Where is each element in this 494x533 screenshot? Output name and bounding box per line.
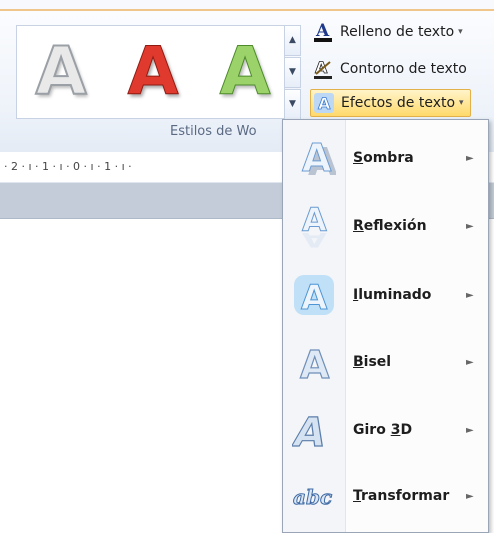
svg-text:A: A [301,278,328,318]
text-outline-icon: A [310,57,336,81]
menu-item-label: Bisel [353,354,392,370]
wordart-styles-group-label: Estilos de Wo [170,124,257,139]
svg-text:A: A [302,228,327,250]
gallery-scroll-up-button[interactable]: ▲ [284,25,301,56]
title-bar-edge [0,0,494,11]
menu-item-bevel[interactable]: A Bisel ► [283,332,488,392]
reflection-icon: AA [289,201,339,251]
menu-item-label: Giro 3D [353,422,413,438]
glow-icon: A [289,270,339,320]
submenu-arrow-icon: ► [466,490,474,502]
svg-text:abc: abc [293,485,332,509]
menu-item-shadow[interactable]: AA Sombra ► [283,128,488,188]
text-fill-label: Relleno de texto [340,24,455,40]
menu-item-label: Iluminado [353,287,432,303]
text-effects-icon: A [311,91,337,115]
shadow-icon: AA [289,133,339,183]
submenu-arrow-icon: ► [466,220,474,232]
svg-text:A: A [318,94,331,113]
svg-text:A: A [292,408,331,454]
gallery-more-button[interactable]: ▼ [284,89,301,120]
menu-item-glow[interactable]: A Iluminado ► [283,265,488,325]
gallery-scroll-down-button[interactable]: ▼ [284,57,301,88]
menu-item-reflection[interactable]: AA Reflexión ► [283,196,488,256]
menu-item-3d-rotation[interactable]: A Giro 3D ► [283,400,488,460]
menu-item-label: Sombra [353,150,414,166]
transform-icon: abc [289,471,339,521]
wordart-style-red[interactable]: A [123,32,183,112]
text-outline-button[interactable]: A Contorno de texto [310,56,467,82]
text-effects-menu: AA Sombra ► AA Reflexión ► A Iluminado ►… [282,119,489,533]
wordart-style-green[interactable]: A [215,32,275,112]
svg-text:A: A [302,136,332,180]
submenu-arrow-icon: ► [466,356,474,368]
wordart-styles-gallery: A A A [16,25,285,119]
bevel-icon: A [289,337,339,387]
text-fill-icon: A [310,20,336,44]
gallery-scroll: ▲ ▼ ▼ [284,25,301,120]
wordart-style-silver[interactable]: A [31,32,91,112]
rotation-3d-icon: A [289,405,339,455]
text-outline-label: Contorno de texto [340,61,467,77]
text-fill-button[interactable]: A Relleno de texto ▾ [310,19,463,45]
text-effects-label: Efectos de texto [341,95,456,111]
menu-item-label: Transformar [353,488,450,504]
svg-text:A: A [300,343,330,384]
text-effects-button[interactable]: A Efectos de texto ▾ [310,89,471,117]
text-fill-dropdown-arrow: ▾ [458,27,463,37]
text-effects-dropdown-arrow: ▾ [459,98,464,108]
submenu-arrow-icon: ► [466,289,474,301]
menu-item-label: Reflexión [353,218,427,234]
menu-item-transform[interactable]: abc Transformar ► [283,466,488,526]
submenu-arrow-icon: ► [466,424,474,436]
submenu-arrow-icon: ► [466,152,474,164]
